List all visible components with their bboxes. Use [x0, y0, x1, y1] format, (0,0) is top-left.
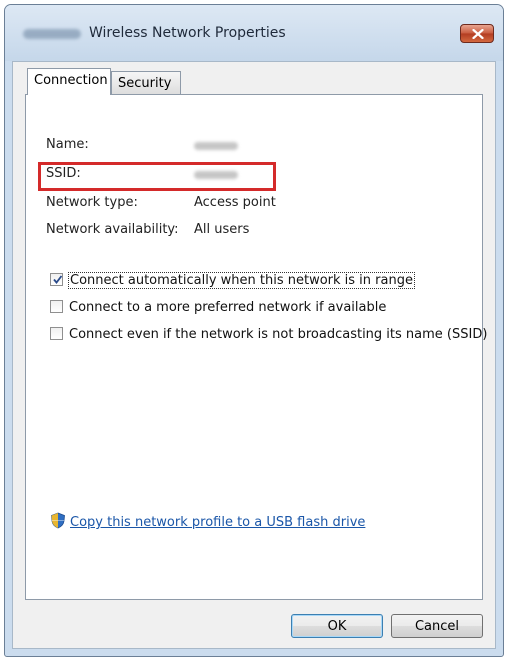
- checkmark-icon: [53, 275, 63, 284]
- redacted-name-value: [194, 142, 238, 150]
- auto-connect-checkbox[interactable]: [50, 273, 63, 286]
- preferred-network-checkbox[interactable]: [50, 300, 63, 313]
- title-bar[interactable]: Wireless Network Properties: [5, 5, 503, 61]
- copy-profile-link-row[interactable]: Copy this network profile to a USB flash…: [50, 511, 365, 530]
- redacted-network-name: [23, 29, 81, 39]
- copy-profile-link[interactable]: Copy this network profile to a USB flash…: [70, 515, 365, 530]
- availability-label: Network availability:: [46, 222, 179, 237]
- close-button[interactable]: [460, 24, 494, 43]
- dialog-body: Connection Security Name: SSID: Network …: [12, 61, 496, 649]
- properties-dialog: Wireless Network Properties Connection S…: [4, 4, 504, 657]
- ssid-highlight-box: [38, 162, 276, 191]
- preferred-network-label: Connect to a more preferred network if a…: [69, 300, 387, 315]
- availability-value: All users: [194, 222, 250, 237]
- tab-security[interactable]: Security: [111, 71, 181, 95]
- broadcast-checkbox[interactable]: [50, 327, 63, 340]
- ok-button[interactable]: OK: [291, 614, 383, 638]
- tab-connection[interactable]: Connection: [27, 68, 111, 95]
- connection-panel: Name: SSID: Network type: Access point N…: [25, 94, 487, 600]
- close-icon: [472, 29, 484, 39]
- auto-connect-label: Connect automatically when this network …: [68, 272, 415, 289]
- broadcast-label: Connect even if the network is not broad…: [69, 327, 488, 342]
- shield-icon: [51, 512, 65, 529]
- preferred-network-option[interactable]: Connect to a more preferred network if a…: [50, 300, 386, 315]
- window-title: Wireless Network Properties: [89, 25, 286, 41]
- name-label: Name:: [46, 137, 89, 152]
- cancel-button[interactable]: Cancel: [391, 614, 483, 638]
- broadcast-option[interactable]: Connect even if the network is not broad…: [50, 327, 487, 342]
- network-type-value: Access point: [194, 195, 276, 210]
- auto-connect-option[interactable]: Connect automatically when this network …: [50, 272, 415, 289]
- network-type-label: Network type:: [46, 195, 138, 210]
